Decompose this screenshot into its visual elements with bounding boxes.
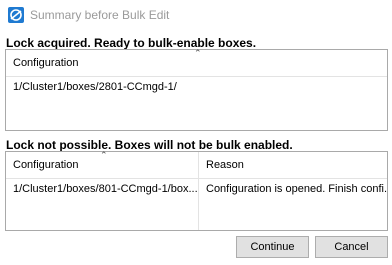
- configuration-cell: 1/Cluster1/boxes/801-CCmgd-1/box...: [13, 183, 198, 195]
- lock-failed-table[interactable]: ⌃ Configuration Reason 1/Cluster1/boxes/…: [5, 150, 388, 231]
- lock-acquired-table[interactable]: ⌃ Configuration 1/Cluster1/boxes/2801-CC…: [5, 48, 388, 131]
- configuration-cell: 1/Cluster1/boxes/2801-CCmgd-1/: [13, 81, 177, 93]
- column-header-reason[interactable]: Reason: [198, 152, 387, 178]
- reason-cell: Configuration is opened. Finish confi...: [198, 178, 387, 200]
- table-header: ⌃ Configuration Reason: [6, 150, 387, 179]
- column-header-configuration[interactable]: Configuration: [6, 152, 198, 178]
- lock-failed-label: Lock not possible. Boxes will not be bul…: [6, 138, 293, 152]
- continue-button[interactable]: Continue: [236, 236, 309, 258]
- table-row[interactable]: 1/Cluster1/boxes/801-CCmgd-1/box... Conf…: [6, 178, 387, 200]
- window-title: Summary before Bulk Edit: [30, 8, 170, 22]
- table-header: ⌃ Configuration: [6, 48, 387, 77]
- column-header-configuration[interactable]: Configuration: [6, 50, 387, 76]
- title-bar: Summary before Bulk Edit: [0, 0, 392, 31]
- app-icon: [8, 7, 24, 23]
- column-divider: [198, 200, 199, 230]
- table-row[interactable]: 1/Cluster1/boxes/2801-CCmgd-1/: [6, 76, 387, 98]
- cancel-button[interactable]: Cancel: [315, 236, 388, 258]
- lock-acquired-label: Lock acquired. Ready to bulk-enable boxe…: [6, 36, 257, 50]
